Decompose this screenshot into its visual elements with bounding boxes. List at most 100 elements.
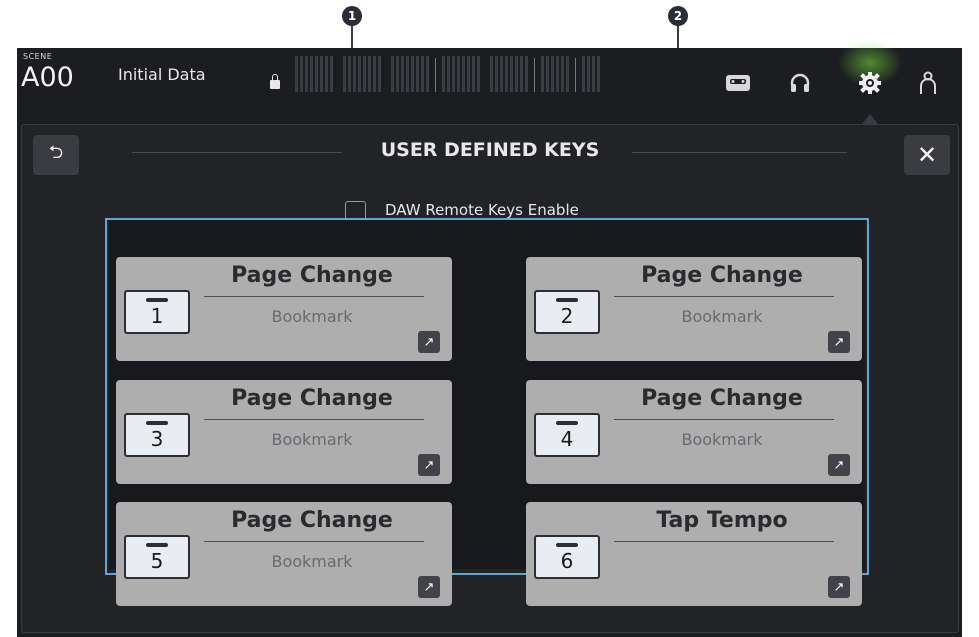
meter-bar bbox=[310, 56, 313, 92]
meter-bar bbox=[472, 56, 475, 92]
meter-bar bbox=[566, 56, 569, 92]
meter-bar bbox=[442, 56, 445, 92]
key-parameter: Bookmark bbox=[271, 430, 353, 449]
level-meters bbox=[295, 54, 683, 92]
meter-bar bbox=[525, 56, 528, 92]
callout-1: 1 bbox=[342, 6, 362, 26]
meter-bar bbox=[315, 56, 318, 92]
meter-bar bbox=[561, 56, 564, 92]
callout-2: 2 bbox=[668, 6, 688, 26]
key-number: 4 bbox=[560, 427, 574, 451]
meter-bar bbox=[556, 56, 559, 92]
meter-bar bbox=[396, 56, 399, 92]
meter-bar bbox=[597, 56, 600, 92]
key-number: 2 bbox=[560, 304, 574, 328]
edit-icon[interactable]: ↗ bbox=[828, 331, 850, 353]
edit-icon[interactable]: ↗ bbox=[828, 576, 850, 598]
meter-bar bbox=[373, 56, 376, 92]
meter-bar bbox=[592, 56, 595, 92]
meter-bar bbox=[490, 56, 493, 92]
meter-bar bbox=[330, 56, 333, 92]
meter-bar bbox=[300, 56, 303, 92]
meter-bar bbox=[421, 56, 424, 92]
meter-bar bbox=[551, 56, 554, 92]
user-key-6[interactable]: 6 Tap Tempo ↗ bbox=[526, 502, 862, 606]
meter-bar bbox=[541, 56, 544, 92]
meter-bar bbox=[495, 56, 498, 92]
key-parameter: Bookmark bbox=[271, 552, 353, 571]
user-key-3[interactable]: 3 Page Change Bookmark ↗ bbox=[116, 380, 452, 484]
user-key-5[interactable]: 5 Page Change Bookmark ↗ bbox=[116, 502, 452, 606]
meter-bar bbox=[520, 56, 523, 92]
user-key-2[interactable]: 2 Page Change Bookmark ↗ bbox=[526, 257, 862, 361]
meter-bar bbox=[305, 56, 308, 92]
scene-label: SCENE bbox=[23, 52, 53, 61]
scene-title[interactable]: Initial Data bbox=[118, 65, 206, 84]
key-number-badge: 5 bbox=[124, 535, 190, 579]
key-number-badge: 3 bbox=[124, 413, 190, 457]
meter-bar bbox=[363, 56, 366, 92]
headphones-icon[interactable] bbox=[785, 68, 815, 98]
meter-bar bbox=[546, 56, 549, 92]
key-number: 1 bbox=[150, 304, 164, 328]
key-number-badge: 6 bbox=[534, 535, 600, 579]
close-button[interactable]: ✕ bbox=[904, 135, 950, 175]
user-icon[interactable] bbox=[913, 68, 943, 98]
meter-bar bbox=[482, 56, 488, 92]
edit-icon[interactable]: ↗ bbox=[418, 454, 440, 476]
user-key-4[interactable]: 4 Page Change Bookmark ↗ bbox=[526, 380, 862, 484]
meter-bar bbox=[452, 56, 455, 92]
edit-icon[interactable]: ↗ bbox=[418, 576, 440, 598]
key-number-badge: 4 bbox=[534, 413, 600, 457]
meter-bar bbox=[383, 56, 389, 92]
meter-bar bbox=[348, 56, 351, 92]
scene-number[interactable]: A00 bbox=[21, 62, 74, 93]
meter-bar bbox=[391, 56, 394, 92]
meter-bar bbox=[462, 56, 465, 92]
gear-icon[interactable] bbox=[855, 68, 885, 98]
meter-bar bbox=[505, 56, 508, 92]
key-parameter: Bookmark bbox=[681, 307, 763, 326]
close-icon: ✕ bbox=[916, 141, 938, 169]
meter-bar bbox=[343, 56, 346, 92]
meter-bar bbox=[411, 56, 414, 92]
meter-bar bbox=[358, 56, 361, 92]
dialog-title: USER DEFINED KEYS bbox=[380, 139, 600, 161]
meter-bar bbox=[515, 56, 518, 92]
meter-bar bbox=[500, 56, 503, 92]
meter-bar bbox=[416, 56, 419, 92]
meter-bar bbox=[295, 56, 298, 92]
key-parameter: Bookmark bbox=[681, 430, 763, 449]
meter-bar bbox=[426, 56, 429, 92]
tab-pointer bbox=[862, 114, 878, 124]
mixer-screen: SCENE A00 Initial Data ⮌ USER DEFINED KE… bbox=[17, 38, 962, 637]
meter-bar bbox=[378, 56, 381, 92]
edit-icon[interactable]: ↗ bbox=[828, 454, 850, 476]
key-number: 6 bbox=[560, 549, 574, 573]
meter-bar bbox=[467, 56, 470, 92]
key-parameter: Bookmark bbox=[271, 307, 353, 326]
meter-bar bbox=[320, 56, 323, 92]
edit-icon[interactable]: ↗ bbox=[418, 331, 440, 353]
meter-bar bbox=[335, 56, 341, 92]
meter-bar bbox=[457, 56, 460, 92]
meter-bar bbox=[447, 56, 450, 92]
key-function: Page Change bbox=[231, 508, 393, 533]
meter-bar bbox=[477, 56, 480, 92]
daw-remote-keys-label[interactable]: DAW Remote Keys Enable bbox=[385, 201, 579, 219]
recorder-icon[interactable] bbox=[723, 68, 753, 98]
meter-bar bbox=[534, 58, 535, 92]
key-number-badge: 1 bbox=[124, 290, 190, 334]
meter-bar bbox=[368, 56, 371, 92]
key-number: 3 bbox=[150, 427, 164, 451]
meter-bar bbox=[325, 56, 328, 92]
meter-bar bbox=[435, 58, 436, 92]
key-number-badge: 2 bbox=[534, 290, 600, 334]
key-function: Page Change bbox=[641, 263, 803, 288]
meter-bar bbox=[510, 56, 513, 92]
key-function: Page Change bbox=[231, 386, 393, 411]
key-number: 5 bbox=[150, 549, 164, 573]
key-function: Page Change bbox=[641, 386, 803, 411]
lock-icon[interactable] bbox=[270, 74, 280, 89]
user-key-1[interactable]: 1 Page Change Bookmark ↗ bbox=[116, 257, 452, 361]
